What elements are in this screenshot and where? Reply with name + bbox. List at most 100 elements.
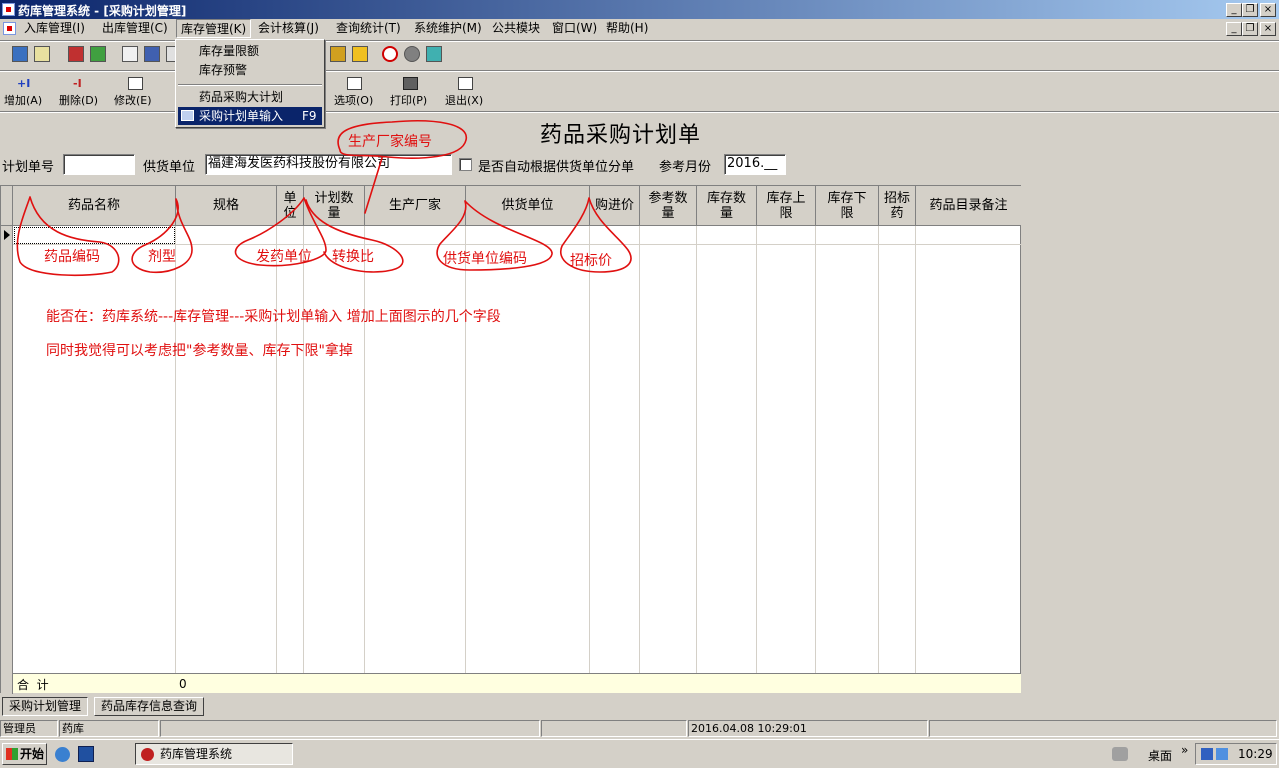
- network-icon[interactable]: [1112, 747, 1128, 761]
- menuitem-stock-limit[interactable]: 库存量限额: [178, 42, 322, 60]
- edit-doc-icon[interactable]: [34, 46, 50, 62]
- auto-split-label: 是否自动根据供货单位分单: [478, 160, 635, 175]
- grid-line: [878, 226, 879, 694]
- check-icon[interactable]: [90, 46, 106, 62]
- plan-no-input[interactable]: [63, 154, 135, 175]
- restore-button[interactable]: ❐: [1242, 3, 1258, 17]
- window-title: 药库管理系统 - [采购计划管理]: [18, 4, 187, 18]
- menu-bar: 入库管理(I) 出库管理(C) 库存管理(K) 会计核算(J) 查询统计(T) …: [0, 19, 1279, 39]
- annotation-dosage-form: 剂型: [148, 249, 176, 265]
- child-close-button[interactable]: ×: [1260, 22, 1276, 36]
- mdi-child-icon[interactable]: [3, 22, 16, 35]
- plan-entry-label: 采购计划单输入: [199, 109, 284, 123]
- menu-system[interactable]: 系统维护(M): [410, 19, 486, 38]
- col-ref-qty[interactable]: 参考数 量: [640, 186, 697, 226]
- form-title: 药品采购计划单: [540, 123, 702, 148]
- gray-icon[interactable]: [404, 46, 420, 62]
- quicklaunch-app-icon[interactable]: [78, 746, 94, 762]
- status-blank-2: [541, 720, 687, 737]
- col-manufacturer[interactable]: 生产厂家: [365, 186, 466, 226]
- status-dept: 药库: [59, 720, 159, 737]
- desktop-toolbar-label[interactable]: 桌面: [1148, 747, 1172, 764]
- tray-network-icon[interactable]: [1201, 748, 1213, 760]
- annotation-dispense-unit: 发药单位: [256, 249, 312, 265]
- stop-icon[interactable]: [382, 46, 398, 62]
- grid-line: [756, 226, 757, 694]
- exit-button[interactable]: 退出(X): [445, 92, 483, 108]
- menu-accounting[interactable]: 会计核算(J): [254, 19, 323, 38]
- taskbar-app-button[interactable]: 药库管理系统: [135, 743, 293, 765]
- add-button[interactable]: 增加(A): [4, 92, 42, 108]
- grid-line: [465, 226, 466, 694]
- tray-monitor-icon[interactable]: [1216, 748, 1228, 760]
- plan-no-label: 计划单号: [2, 160, 55, 175]
- grid-line: [175, 226, 176, 694]
- tab-purchase-plan[interactable]: 采购计划管理: [2, 697, 89, 716]
- menu-query[interactable]: 查询统计(T): [332, 19, 405, 38]
- col-spec[interactable]: 规格: [176, 186, 277, 226]
- delete-icon: -I: [73, 77, 82, 90]
- report-icon[interactable]: [68, 46, 84, 62]
- col-drug-name[interactable]: 药品名称: [13, 186, 176, 226]
- tray-clock[interactable]: 10:29: [1238, 747, 1273, 761]
- supplier-label: 供货单位: [143, 160, 196, 175]
- ie-icon[interactable]: [55, 747, 70, 762]
- inbound-icon[interactable]: [12, 46, 28, 62]
- start-button[interactable]: 开始: [2, 743, 47, 765]
- col-stock-lower[interactable]: 库存下 限: [816, 186, 879, 226]
- auto-split-checkbox[interactable]: [459, 158, 472, 171]
- col-unit[interactable]: 单 位: [277, 186, 304, 226]
- key-icon[interactable]: [352, 46, 368, 62]
- child-restore-button[interactable]: ❐: [1242, 22, 1258, 36]
- menu-inbound[interactable]: 入库管理(I): [20, 19, 89, 38]
- annotation-note-2: 同时我觉得可以考虑把"参考数量、库存下限"拿掉: [46, 343, 353, 359]
- tab-stock-query[interactable]: 药品库存信息查询: [94, 697, 205, 716]
- folder-icon[interactable]: [330, 46, 346, 62]
- printer-icon: [403, 77, 418, 90]
- exit-door-icon: [458, 77, 473, 90]
- col-stock-qty[interactable]: 库存数 量: [697, 186, 757, 226]
- menu-common[interactable]: 公共模块: [488, 19, 544, 38]
- menu-outbound[interactable]: 出库管理(C): [98, 19, 172, 38]
- col-stock-upper[interactable]: 库存上 限: [757, 186, 816, 226]
- dropdown-separator: [178, 84, 322, 86]
- windows-logo-icon: [6, 748, 18, 760]
- annotation-manufacturer-code: 生产厂家编号: [348, 134, 432, 150]
- edit-button[interactable]: 修改(E): [114, 92, 152, 108]
- col-catalog-note[interactable]: 药品目录备注: [916, 186, 1021, 226]
- col-bid-drug[interactable]: 招标 药: [879, 186, 916, 226]
- total-row: 合 计 0: [13, 673, 1021, 693]
- grid-line: [364, 226, 365, 694]
- document-icon[interactable]: [122, 46, 138, 62]
- ref-month-input[interactable]: 2016.__: [724, 154, 786, 175]
- col-supplier[interactable]: 供货单位: [466, 186, 590, 226]
- menuitem-master-plan[interactable]: 药品采购大计划: [178, 88, 322, 106]
- menu-help[interactable]: 帮助(H): [602, 19, 652, 38]
- menuitem-plan-entry[interactable]: 采购计划单输入 F9: [178, 107, 322, 125]
- exit-icon[interactable]: [426, 46, 442, 62]
- col-plan-qty[interactable]: 计划数 量: [304, 186, 365, 226]
- options-icon: [347, 77, 362, 90]
- col-purchase-price[interactable]: 购进价: [590, 186, 640, 226]
- supplier-input[interactable]: 福建海发医药科技股份有限公司: [205, 154, 452, 175]
- taskbar: 开始 药库管理系统 桌面 » 10:29: [0, 739, 1279, 768]
- toolbar-expand-icon[interactable]: »: [1181, 743, 1188, 757]
- minimize-button[interactable]: _: [1226, 3, 1242, 17]
- calculator-icon[interactable]: [144, 46, 160, 62]
- options-button[interactable]: 选项(O): [334, 92, 373, 108]
- plan-entry-icon: [181, 110, 194, 121]
- delete-button[interactable]: 删除(D): [59, 92, 98, 108]
- menuitem-stock-warning[interactable]: 库存预警: [178, 61, 322, 79]
- row-indicator-column: [1, 186, 13, 694]
- status-datetime: 2016.04.08 10:29:01: [688, 720, 928, 737]
- current-cell[interactable]: [14, 227, 175, 244]
- print-button[interactable]: 打印(P): [390, 92, 427, 108]
- app-task-icon: [141, 748, 154, 761]
- child-minimize-button[interactable]: _: [1226, 22, 1242, 36]
- grid-line: [589, 226, 590, 694]
- status-blank-1: [160, 720, 540, 737]
- menu-window[interactable]: 窗口(W): [548, 19, 601, 38]
- total-value: 0: [179, 677, 187, 691]
- menu-inventory[interactable]: 库存管理(K): [176, 19, 252, 38]
- close-button[interactable]: ×: [1260, 3, 1276, 17]
